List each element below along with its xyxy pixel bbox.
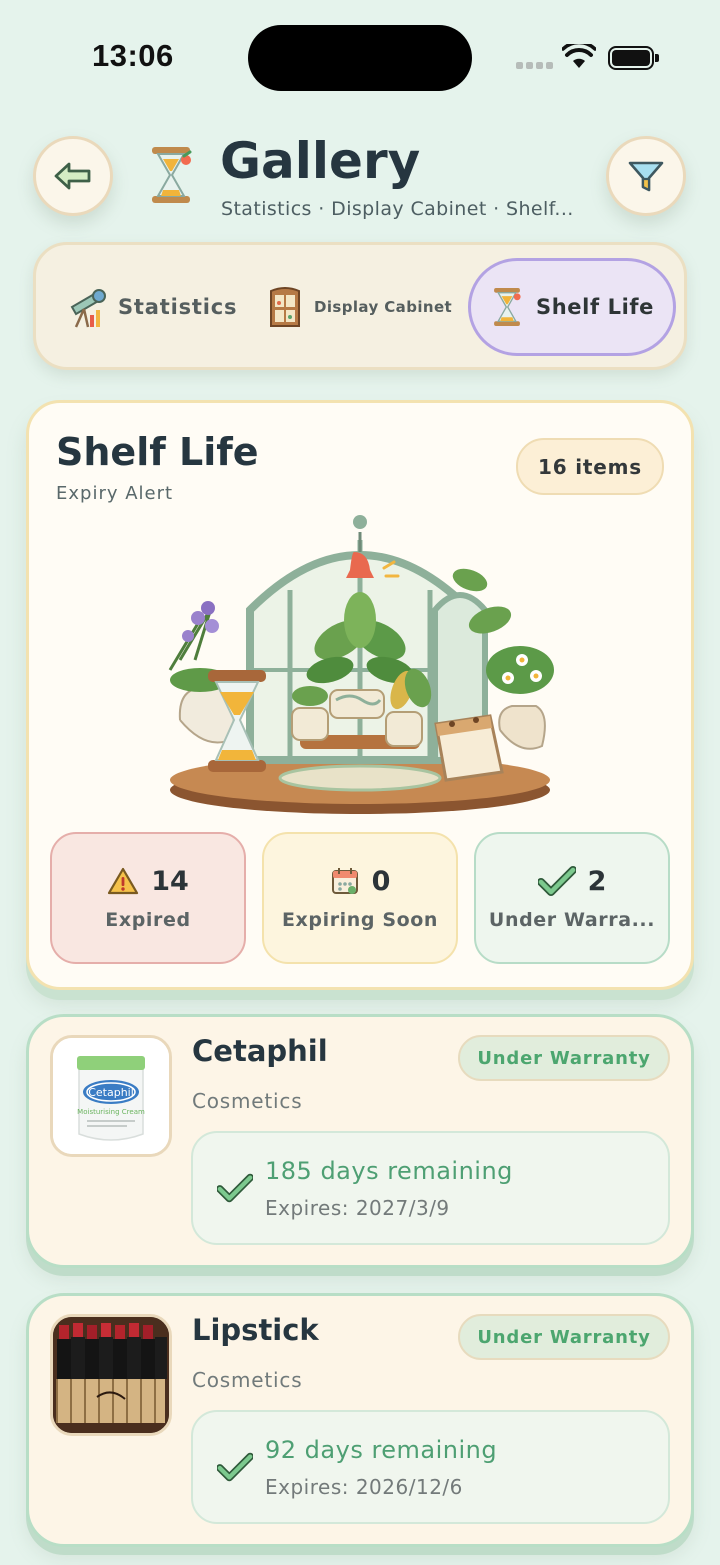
stat-expired-value: 14 xyxy=(151,865,189,897)
section-title: Shelf Life xyxy=(56,430,259,474)
back-button[interactable] xyxy=(33,136,113,216)
wifi-icon xyxy=(562,44,596,68)
tab-shelf-life-label: Shelf Life xyxy=(536,295,654,319)
thumb-brand-text: Cetaphil xyxy=(88,1086,134,1099)
checkmark-icon xyxy=(537,866,576,896)
filter-button[interactable] xyxy=(606,136,686,216)
dynamic-island xyxy=(248,25,472,91)
tab-display-cabinet-label: Display Cabinet xyxy=(314,298,453,316)
stat-expired-label: Expired xyxy=(105,908,191,931)
stat-expiring-soon-label: Expiring Soon xyxy=(281,908,439,931)
stat-under-warranty[interactable]: 2 Under Warra... xyxy=(474,832,670,964)
filter-icon xyxy=(628,161,664,192)
item-thumbnail xyxy=(50,1314,172,1436)
telescope-icon xyxy=(70,289,106,328)
tab-display-cabinet[interactable]: Display Cabinet xyxy=(268,257,452,357)
days-remaining: 92 days remaining xyxy=(265,1436,498,1464)
status-badge: Under Warranty xyxy=(458,1314,670,1360)
page-title: Gallery xyxy=(220,132,421,190)
checkmark-icon xyxy=(217,1452,253,1482)
expiry-date: Expires: 2027/3/9 xyxy=(265,1196,450,1220)
status-time: 13:06 xyxy=(92,38,174,73)
page-subtitle: Statistics · Display Cabinet · Shelf... xyxy=(221,198,574,220)
segmented-tabs: Statistics Display Cabinet Shelf Life xyxy=(33,242,687,370)
expiry-info: 92 days remaining Expires: 2026/12/6 xyxy=(191,1410,670,1524)
checkmark-icon xyxy=(217,1173,253,1203)
stat-expiring-soon[interactable]: 0 Expiring Soon xyxy=(262,832,458,964)
expiry-date: Expires: 2026/12/6 xyxy=(265,1475,463,1499)
item-name: Cetaphil xyxy=(192,1034,328,1068)
status-badge: Under Warranty xyxy=(458,1035,670,1081)
tab-statistics-label: Statistics xyxy=(118,295,238,319)
back-arrow-icon xyxy=(54,162,91,190)
stat-expired[interactable]: 14 Expired xyxy=(50,832,246,964)
hourglass-icon xyxy=(494,287,521,327)
cabinet-icon xyxy=(270,287,300,327)
item-count-badge: 16 items xyxy=(516,438,664,495)
days-remaining: 185 days remaining xyxy=(265,1157,513,1185)
calendar-icon xyxy=(331,868,358,894)
stat-expiring-soon-value: 0 xyxy=(371,865,391,897)
battery-icon xyxy=(608,46,659,70)
stat-under-warranty-label: Under Warra... xyxy=(488,908,656,931)
item-name: Lipstick xyxy=(192,1313,319,1347)
tab-statistics[interactable]: Statistics xyxy=(66,257,237,357)
stat-under-warranty-value: 2 xyxy=(587,865,607,897)
cellular-signal-icon xyxy=(516,62,553,69)
warning-icon xyxy=(108,867,139,895)
thumb-product-text: Moisturising Cream xyxy=(77,1108,145,1116)
item-category: Cosmetics xyxy=(192,1089,303,1113)
item-category: Cosmetics xyxy=(192,1368,303,1392)
item-thumbnail: Cetaphil Moisturising Cream xyxy=(50,1035,172,1157)
hourglass-icon xyxy=(152,147,192,203)
section-subtitle: Expiry Alert xyxy=(56,483,174,504)
greenhouse-illustration xyxy=(168,515,554,814)
expiry-info: 185 days remaining Expires: 2027/3/9 xyxy=(191,1131,670,1245)
tab-shelf-life[interactable]: Shelf Life xyxy=(468,258,676,356)
